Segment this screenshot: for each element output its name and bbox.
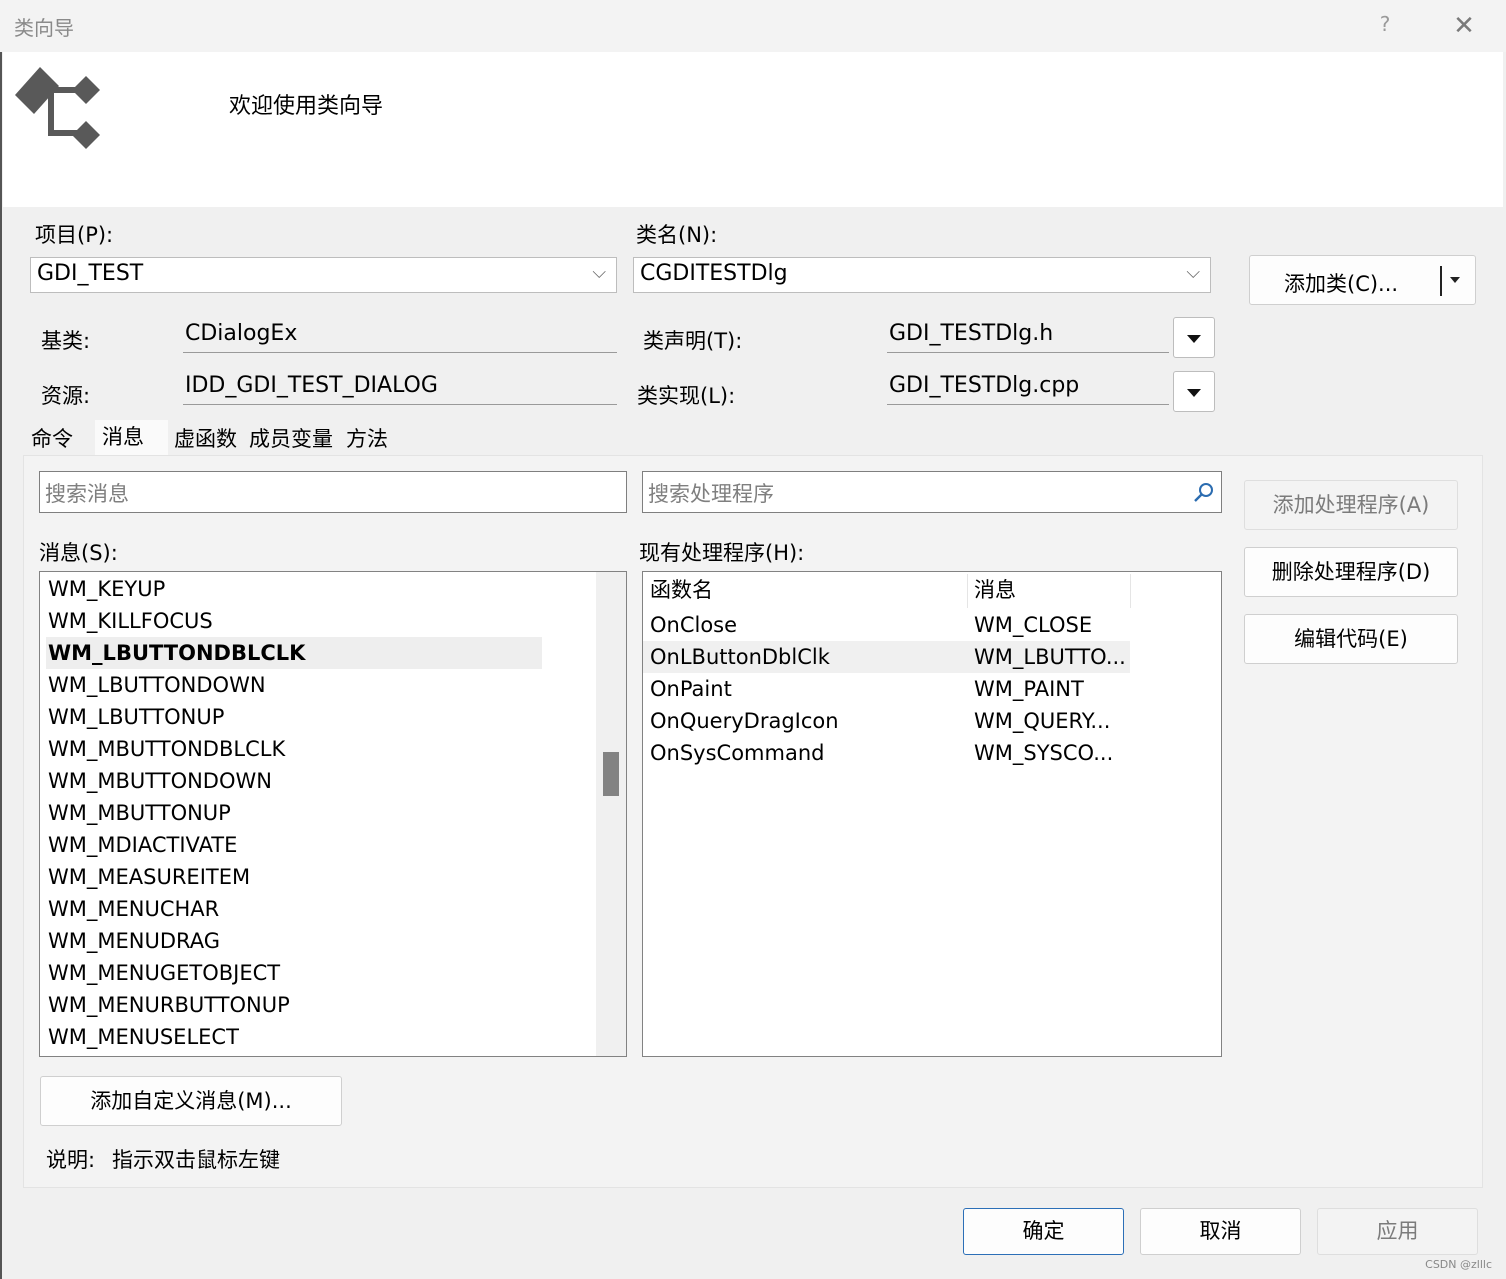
project-combo[interactable]: GDI_TEST ⌵	[30, 257, 617, 293]
tab-messages[interactable]: 消息	[95, 420, 168, 456]
class-decl-field: GDI_TESTDlg.h	[887, 319, 1169, 353]
table-row[interactable]: OnSysCommand WM_SYSCO...	[643, 737, 1130, 769]
project-value: GDI_TEST	[37, 261, 144, 286]
handler-message: WM_LBUTTO...	[974, 645, 1126, 669]
classname-value: CGDITESTDlg	[640, 261, 788, 286]
messages-scrollbar-thumb[interactable]	[603, 752, 619, 796]
list-item[interactable]: WM_LBUTTONDOWN	[46, 669, 266, 701]
class-impl-label: 类实现(L):	[637, 384, 736, 408]
add-class-button[interactable]: 添加类(C)...	[1249, 255, 1476, 305]
cancel-button[interactable]: 取消	[1140, 1208, 1301, 1255]
window-title: 类向导	[14, 16, 74, 40]
list-item[interactable]: WM_MENUSELECT	[46, 1021, 239, 1053]
list-item[interactable]: WM_MDIACTIVATE	[46, 829, 237, 861]
add-custom-message-button[interactable]: 添加自定义消息(M)...	[40, 1076, 342, 1126]
chevron-down-icon: ⌵	[1186, 262, 1200, 283]
column-header-message[interactable]: 消息	[974, 572, 1016, 608]
handler-message: WM_QUERY...	[974, 709, 1111, 733]
search-handlers-input[interactable]: 搜索处理程序	[642, 471, 1222, 513]
dropdown-arrow-icon	[1187, 388, 1201, 397]
list-item[interactable]: WM_MEASUREITEM	[46, 861, 250, 893]
handler-message: WM_PAINT	[974, 677, 1084, 701]
dropdown-arrow-icon[interactable]	[1450, 277, 1460, 283]
class-wizard-icon	[12, 62, 104, 154]
handlers-listview[interactable]: 函数名 消息 OnClose WM_CLOSE OnLButtonDblClk …	[642, 571, 1222, 1057]
class-decl-dropdown-button[interactable]	[1173, 317, 1215, 358]
window-border	[0, 0, 2, 1279]
banner-title: 欢迎使用类向导	[229, 94, 384, 119]
list-item[interactable]: WM_MENUDRAG	[46, 925, 220, 957]
handler-message: WM_CLOSE	[974, 613, 1093, 637]
description-label: 说明:	[46, 1148, 96, 1172]
list-item[interactable]: WM_MENURBUTTONUP	[46, 989, 290, 1021]
handlers-header: 函数名 消息	[643, 572, 1131, 608]
class-decl-label: 类声明(T):	[643, 329, 743, 353]
delete-handler-button[interactable]: 删除处理程序(D)	[1244, 547, 1458, 597]
add-handler-button[interactable]: 添加处理程序(A)	[1244, 480, 1458, 530]
list-item[interactable]: WM_KEYUP	[46, 573, 165, 605]
ok-button[interactable]: 确定	[963, 1208, 1124, 1255]
list-item[interactable]: WM_MBUTTONUP	[46, 797, 231, 829]
resource-label: 资源:	[41, 384, 91, 408]
base-class-field: CDialogEx	[183, 319, 617, 353]
handler-function: OnPaint	[650, 677, 732, 701]
class-impl-field: GDI_TESTDlg.cpp	[887, 371, 1169, 405]
edit-code-button[interactable]: 编辑代码(E)	[1244, 614, 1458, 664]
dropdown-arrow-icon	[1187, 334, 1201, 343]
table-row[interactable]: OnClose WM_CLOSE	[643, 609, 1130, 641]
list-item[interactable]: WM_LBUTTONUP	[46, 701, 224, 733]
handlers-label: 现有处理程序(H):	[639, 541, 805, 565]
description-text: 指示双击鼠标左键	[112, 1148, 280, 1172]
search-messages-input[interactable]: 搜索消息	[39, 471, 627, 513]
tab-commands[interactable]: 命令	[27, 422, 77, 456]
column-divider	[967, 574, 968, 608]
handler-message: WM_SYSCO...	[974, 741, 1114, 765]
add-class-label: 添加类(C)...	[1284, 272, 1399, 296]
list-item[interactable]: WM_MBUTTONDBLCLK	[46, 733, 285, 765]
project-label: 项目(P):	[35, 223, 114, 247]
resource-field: IDD_GDI_TEST_DIALOG	[183, 371, 617, 405]
tab-methods[interactable]: 方法	[342, 422, 392, 456]
title-bar	[0, 0, 1506, 52]
wizard-banner	[3, 52, 1503, 207]
list-item[interactable]: WM_MBUTTONDOWN	[46, 765, 272, 797]
handler-function: OnSysCommand	[650, 741, 825, 765]
watermark: CSDN @zlllc	[1425, 1258, 1492, 1271]
table-row[interactable]: OnPaint WM_PAINT	[643, 673, 1130, 705]
list-item[interactable]: WM_MENUCHAR	[46, 893, 219, 925]
list-item[interactable]: WM_KILLFOCUS	[46, 605, 213, 637]
tab-virtual-functions[interactable]: 虚函数	[170, 422, 241, 456]
class-impl-dropdown-button[interactable]	[1173, 371, 1215, 412]
table-row-selected[interactable]: OnLButtonDblClk WM_LBUTTO...	[643, 641, 1130, 673]
apply-button[interactable]: 应用	[1317, 1208, 1478, 1255]
search-handlers-placeholder: 搜索处理程序	[648, 482, 774, 506]
column-header-function-name[interactable]: 函数名	[650, 572, 713, 608]
handler-function: OnClose	[650, 613, 738, 637]
chevron-down-icon: ⌵	[592, 262, 606, 283]
messages-scrollbar[interactable]	[596, 572, 626, 1056]
table-row[interactable]: OnQueryDragIcon WM_QUERY...	[643, 705, 1130, 737]
classname-label: 类名(N):	[636, 223, 718, 247]
search-icon[interactable]	[1193, 481, 1215, 503]
base-class-label: 基类:	[41, 329, 91, 353]
messages-label: 消息(S):	[39, 541, 118, 565]
help-button[interactable]: ?	[1372, 12, 1398, 40]
list-item[interactable]: WM_MENUGETOBJECT	[46, 957, 280, 989]
messages-listbox[interactable]: WM_KEYUP WM_KILLFOCUS WM_LBUTTONDBLCLK W…	[39, 571, 627, 1057]
column-divider	[1130, 574, 1131, 608]
list-item-selected[interactable]: WM_LBUTTONDBLCLK	[46, 637, 542, 669]
split-divider	[1440, 266, 1442, 296]
handler-function: OnLButtonDblClk	[650, 645, 830, 669]
tab-member-variables[interactable]: 成员变量	[245, 422, 337, 456]
handler-function: OnQueryDragIcon	[650, 709, 839, 733]
close-button[interactable]: ✕	[1448, 10, 1480, 42]
classname-combo[interactable]: CGDITESTDlg ⌵	[633, 257, 1211, 293]
